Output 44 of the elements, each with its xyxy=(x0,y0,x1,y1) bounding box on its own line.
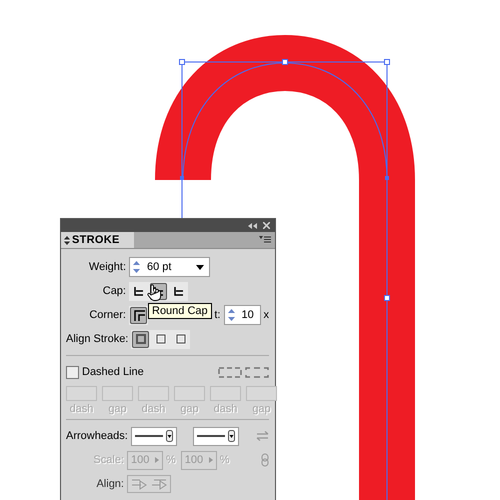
arrow-right-icon xyxy=(155,457,159,463)
align-label: Align: xyxy=(95,478,124,490)
hand-cursor-icon xyxy=(147,284,161,301)
square-icon xyxy=(154,333,167,345)
close-icon[interactable] xyxy=(263,222,270,229)
spinner-icon[interactable] xyxy=(226,308,236,322)
dropdown-icon[interactable] xyxy=(196,264,204,270)
align-stroke-label: Align Stroke: xyxy=(66,333,128,345)
dashed-line-label: Dashed Line xyxy=(82,366,144,378)
menu-icon[interactable] xyxy=(259,236,271,244)
limit-label: t: xyxy=(214,309,220,321)
arrow-right-icon xyxy=(208,457,213,463)
panel-title: STROKE xyxy=(72,234,120,246)
miter-join-button[interactable] xyxy=(130,306,147,324)
arrow-tip-icon[interactable] xyxy=(151,478,167,490)
cap-icon xyxy=(152,285,164,297)
expand-arrows-icon[interactable] xyxy=(64,236,70,244)
dash-corners-icon[interactable] xyxy=(218,366,242,378)
dash-align-icon[interactable] xyxy=(245,366,269,378)
cap-icon xyxy=(172,285,184,297)
align-stroke-button[interactable] xyxy=(132,330,150,348)
square-icon xyxy=(174,333,187,345)
dropdown-icon xyxy=(166,430,173,442)
arrow-tip-icon[interactable] xyxy=(131,478,147,490)
start-arrowhead-dropdown[interactable] xyxy=(130,426,177,446)
corner-label: Corner: xyxy=(88,309,126,321)
spinner-icon[interactable] xyxy=(132,260,141,274)
limit-unit: x xyxy=(264,309,269,321)
weight-label: Weight: xyxy=(88,261,126,273)
percent-label: % xyxy=(220,454,230,466)
arrowheads-label: Arrowheads: xyxy=(66,430,128,442)
collapse-icon[interactable] xyxy=(248,222,257,228)
swap-icon[interactable] xyxy=(256,431,270,441)
panel-tab[interactable]: STROKE xyxy=(61,232,134,248)
square-icon xyxy=(134,333,147,345)
cap-label: Cap: xyxy=(102,285,126,297)
percent-label: % xyxy=(166,454,176,466)
cap-icon xyxy=(132,285,144,297)
tooltip: Round Cap xyxy=(148,303,212,319)
dropdown-icon xyxy=(228,430,236,442)
weight-field[interactable]: 60 pt xyxy=(129,257,210,277)
corner-icon xyxy=(132,309,144,321)
limit-field[interactable]: 10 xyxy=(224,305,260,325)
end-arrowhead-dropdown[interactable] xyxy=(193,426,240,446)
